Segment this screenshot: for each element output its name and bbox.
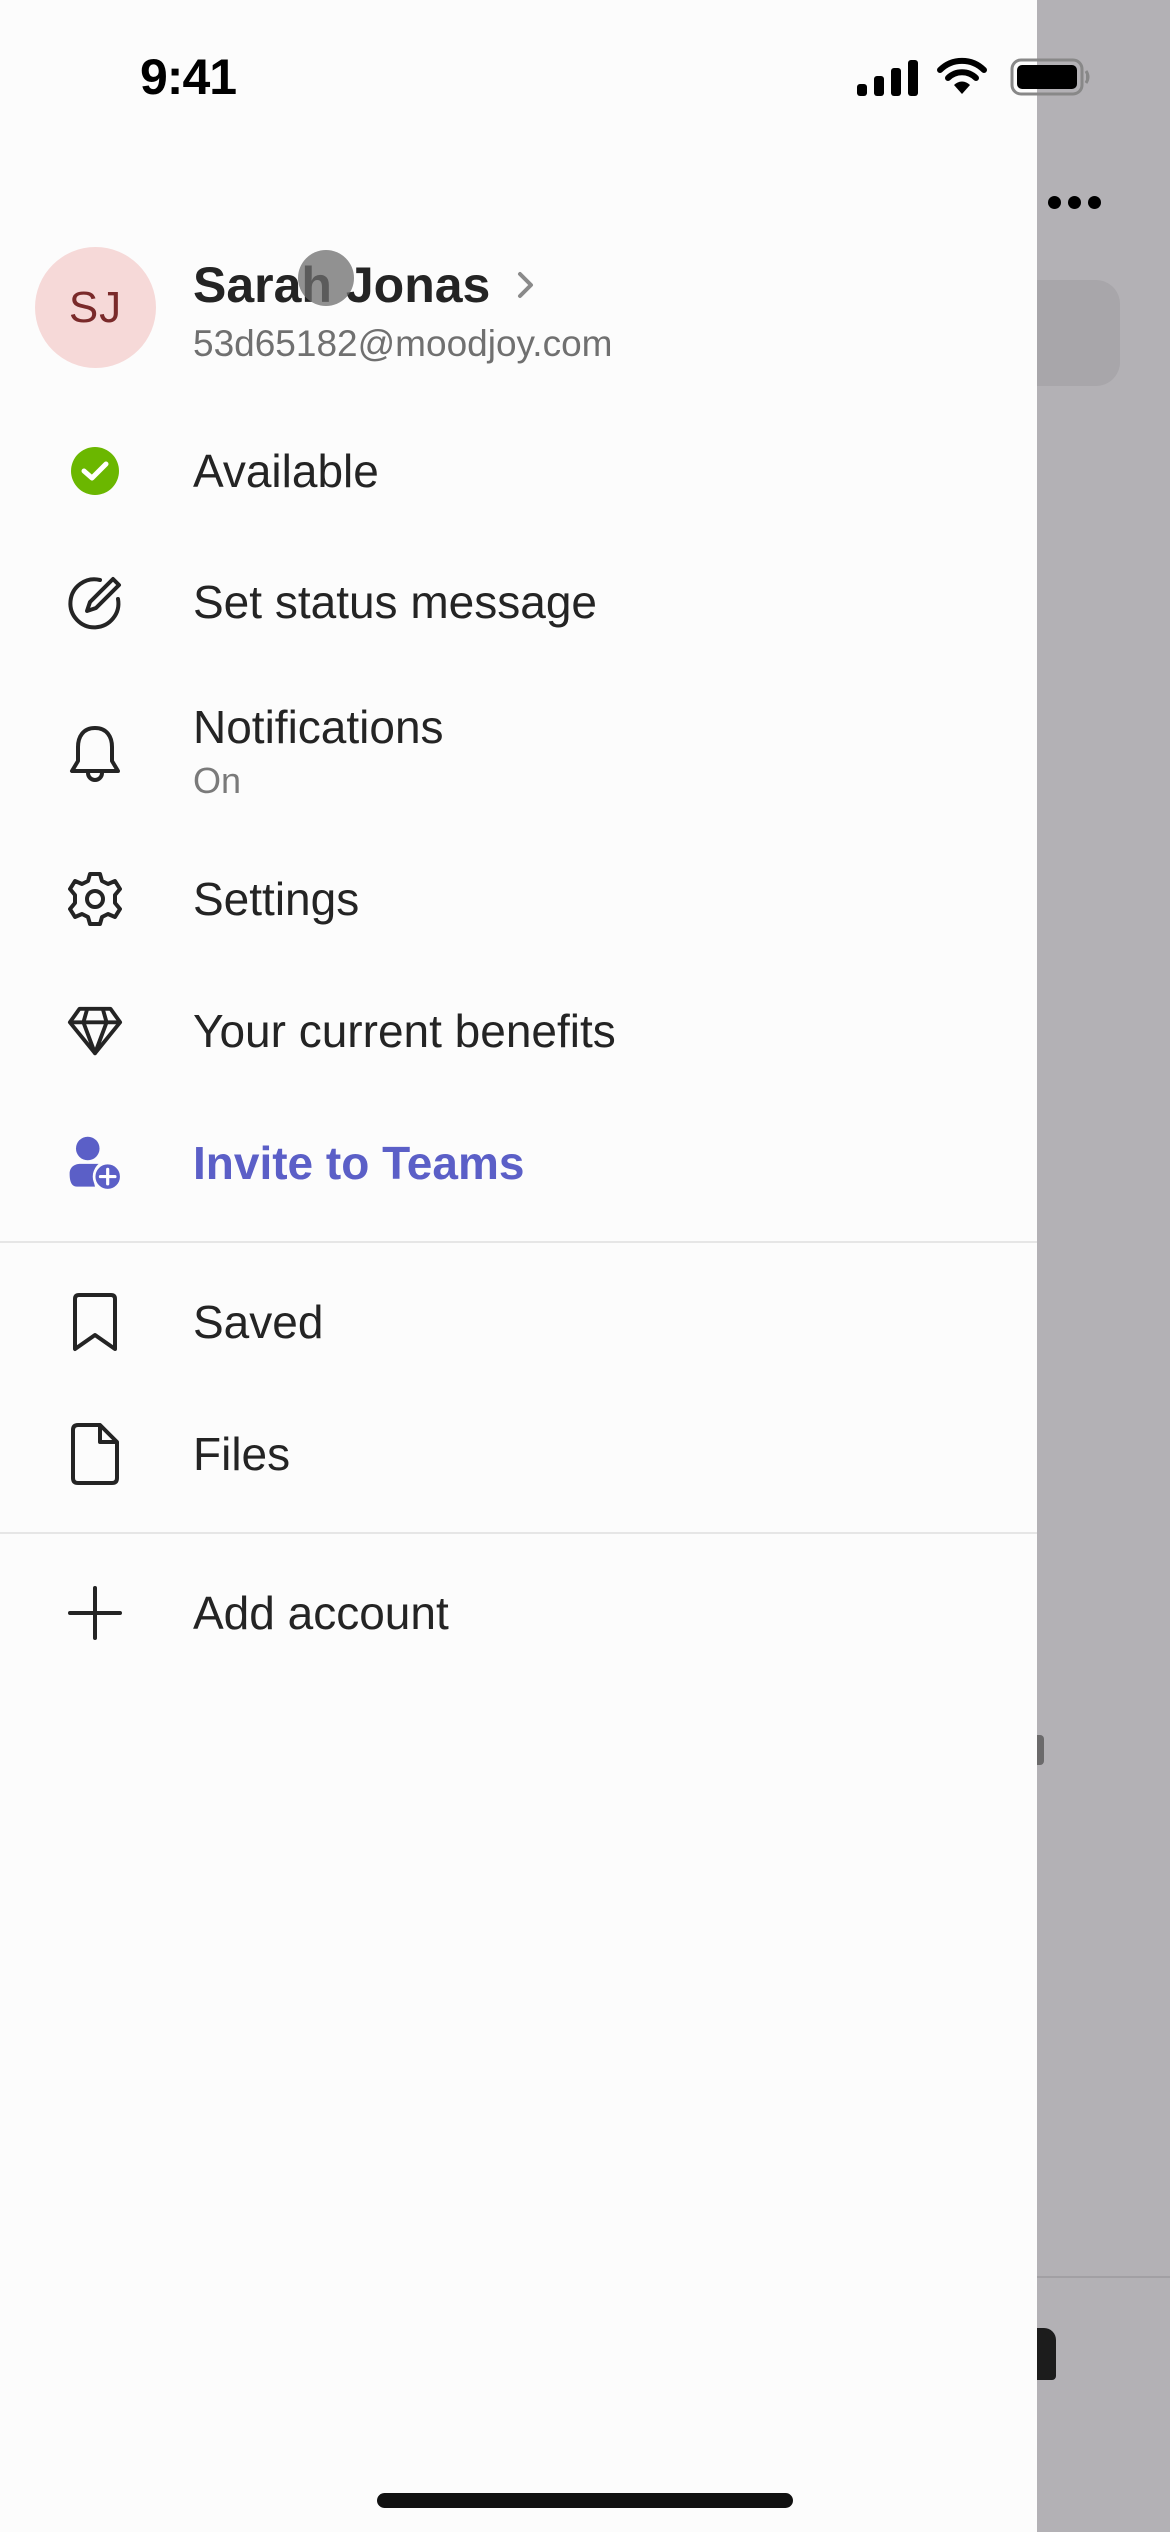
notifications-status: On: [193, 760, 242, 801]
chevron-right-icon: [518, 272, 534, 298]
section-divider: [0, 1241, 1037, 1243]
profile-name-row[interactable]: Sarah Jonas: [193, 256, 536, 314]
menu-label-files: Files: [193, 1428, 291, 1480]
more-options-icon: [1048, 196, 1101, 209]
presence-available-icon: [66, 442, 124, 500]
menu-label-notifications: Notifications: [193, 701, 444, 753]
menu-item-files[interactable]: Files: [0, 1394, 1037, 1514]
menu-label-benefits: Your current benefits: [193, 1005, 616, 1057]
status-time: 9:41: [140, 49, 237, 105]
menu-item-presence[interactable]: Available: [0, 411, 1037, 531]
bell-icon: [66, 726, 124, 784]
menu-label-invite: Invite to Teams: [193, 1137, 525, 1189]
status-bar: 9:41: [0, 0, 1170, 150]
cellular-signal-icon: [857, 60, 918, 96]
menu-item-settings[interactable]: Settings: [0, 839, 1037, 959]
bookmark-icon: [66, 1293, 124, 1351]
plus-icon: [66, 1584, 124, 1642]
avatar[interactable]: SJ: [35, 247, 156, 368]
menu-label-saved: Saved: [193, 1296, 324, 1348]
menu-label-presence: Available: [193, 445, 379, 497]
home-indicator[interactable]: [377, 2493, 793, 2508]
battery-icon: [1010, 58, 1090, 96]
file-icon: [66, 1423, 124, 1485]
menu-label-settings: Settings: [193, 873, 360, 925]
account-drawer: SJ Sarah Jonas 53d65182@moodjoy.com Avai…: [0, 0, 1037, 2532]
profile-header[interactable]: SJ Sarah Jonas 53d65182@moodjoy.com: [0, 230, 1037, 380]
menu-label-status-message: Set status message: [193, 576, 597, 628]
profile-email: 53d65182@moodjoy.com: [193, 323, 613, 364]
edit-circle-icon: [66, 573, 124, 631]
menu-item-add-account[interactable]: Add account: [0, 1553, 1037, 1673]
background-tabbar-divider: [1037, 2276, 1170, 2278]
section-divider: [0, 1532, 1037, 1534]
menu-label-add-account: Add account: [193, 1587, 449, 1639]
avatar-initials: SJ: [68, 282, 123, 332]
menu-item-notifications[interactable]: Notifications On: [0, 690, 1037, 820]
person-add-icon: [66, 1134, 124, 1192]
menu-item-saved[interactable]: Saved: [0, 1262, 1037, 1382]
menu-item-invite[interactable]: Invite to Teams: [0, 1103, 1037, 1223]
menu-item-status-message[interactable]: Set status message: [0, 542, 1037, 662]
diamond-icon: [66, 1002, 124, 1060]
touch-indicator: [298, 250, 354, 306]
menu-item-benefits[interactable]: Your current benefits: [0, 971, 1037, 1091]
wifi-icon: [937, 57, 987, 94]
gear-icon: [66, 870, 124, 928]
